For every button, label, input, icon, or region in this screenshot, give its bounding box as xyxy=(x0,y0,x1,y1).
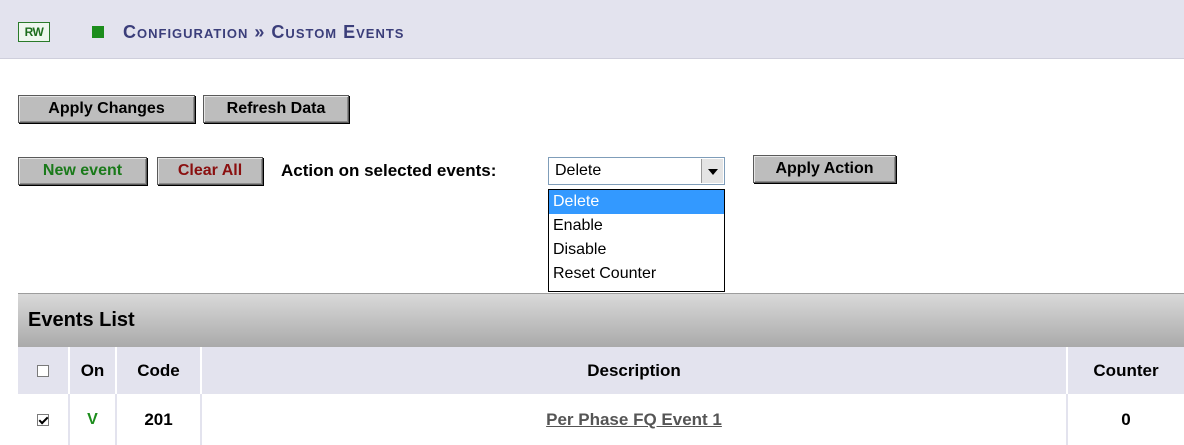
page-header: RW Configuration » Custom Events xyxy=(0,0,1184,59)
rw-badge: RW xyxy=(18,22,50,42)
table-header-row: On Code Description Counter xyxy=(18,347,1184,394)
dropdown-option-enable[interactable]: Enable xyxy=(549,214,724,238)
column-header-description: Description xyxy=(202,347,1068,394)
events-list-header: Events List xyxy=(18,293,1184,348)
row-select-cell xyxy=(18,394,70,445)
column-header-on: On xyxy=(70,347,117,394)
dropdown-option-delete[interactable]: Delete xyxy=(549,190,724,214)
dropdown-option-disable[interactable]: Disable xyxy=(549,238,724,262)
chevron-down-icon[interactable] xyxy=(701,159,723,183)
apply-action-button[interactable]: Apply Action xyxy=(753,155,896,183)
page-title: Configuration » Custom Events xyxy=(123,22,405,42)
status-square-icon xyxy=(92,26,104,38)
table-row: V 201 Per Phase FQ Event 1 0 xyxy=(18,394,1184,445)
action-dropdown-list: Delete Enable Disable Reset Counter xyxy=(548,189,725,292)
action-select[interactable]: Delete xyxy=(548,157,725,185)
row-description-cell: Per Phase FQ Event 1 xyxy=(202,394,1068,445)
row-on-cell: V xyxy=(70,394,117,445)
apply-changes-button[interactable]: Apply Changes xyxy=(18,95,195,123)
action-select-value: Delete xyxy=(555,162,602,179)
events-list-title: Events List xyxy=(28,309,135,331)
row-code-cell: 201 xyxy=(117,394,202,445)
column-header-code: Code xyxy=(117,347,202,394)
row-select-checkbox[interactable] xyxy=(37,413,49,426)
new-event-button[interactable]: New event xyxy=(18,157,147,185)
row-on-indicator: V xyxy=(87,410,98,428)
select-all-cell xyxy=(18,347,70,394)
action-label: Action on selected events: xyxy=(281,161,497,180)
column-header-counter: Counter xyxy=(1093,360,1159,380)
dropdown-option-reset-counter[interactable]: Reset Counter xyxy=(549,262,724,286)
select-all-checkbox[interactable] xyxy=(37,364,49,377)
event-description-link[interactable]: Per Phase FQ Event 1 xyxy=(546,410,722,430)
refresh-data-button[interactable]: Refresh Data xyxy=(203,95,349,123)
clear-all-button[interactable]: Clear All xyxy=(157,157,263,185)
row-counter-cell: 0 xyxy=(1121,409,1131,429)
